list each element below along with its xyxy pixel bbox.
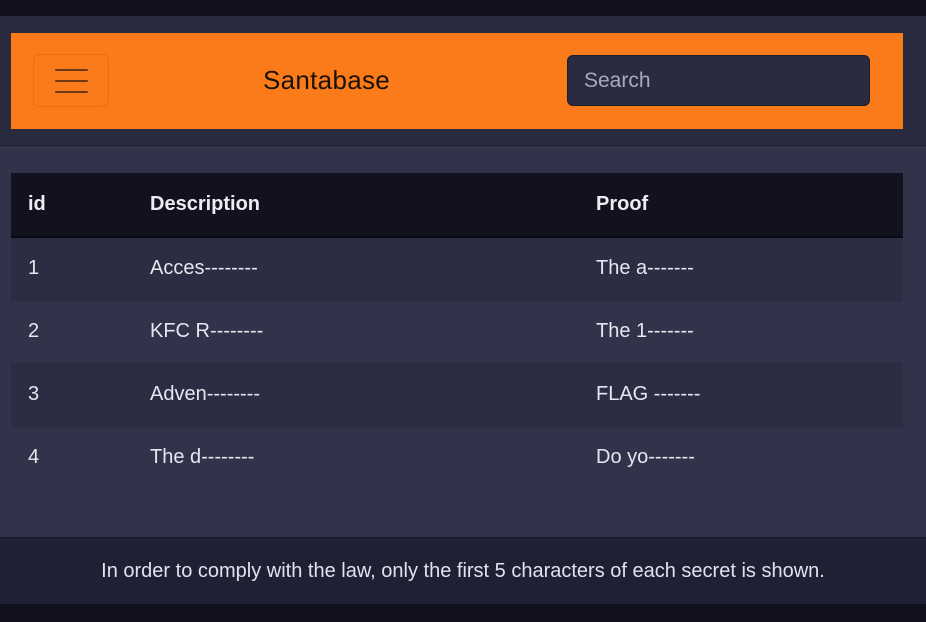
- cell-proof: The a-------: [579, 237, 903, 301]
- main-content: id Description Proof 1 Acces-------- The…: [0, 146, 926, 537]
- page: Santabase id Description Proof 1 Acces--…: [0, 0, 926, 622]
- cell-description: Acces--------: [133, 237, 579, 301]
- footer: In order to comply with the law, only th…: [0, 537, 926, 604]
- hamburger-menu-button[interactable]: [33, 54, 109, 107]
- search-input[interactable]: [567, 55, 870, 106]
- cell-id: 1: [11, 237, 133, 301]
- table-row: 2 KFC R-------- The 1-------: [11, 300, 903, 364]
- secrets-table: id Description Proof 1 Acces-------- The…: [11, 173, 903, 489]
- column-header-description: Description: [133, 173, 579, 238]
- column-header-proof: Proof: [579, 173, 903, 238]
- cell-id: 2: [11, 300, 133, 364]
- brand-title[interactable]: Santabase: [263, 65, 390, 96]
- table-row: 3 Adven-------- FLAG -------: [11, 363, 903, 427]
- table-row: 1 Acces-------- The a-------: [11, 237, 903, 301]
- header: Santabase: [0, 16, 926, 146]
- bottom-strip: [0, 604, 926, 622]
- navbar: Santabase: [11, 33, 903, 129]
- table-row: 4 The d-------- Do yo-------: [11, 426, 903, 489]
- cell-id: 3: [11, 363, 133, 427]
- footer-notice: In order to comply with the law, only th…: [101, 559, 825, 582]
- cell-proof: FLAG -------: [579, 363, 903, 427]
- cell-description: Adven--------: [133, 363, 579, 427]
- cell-description: The d--------: [133, 426, 579, 489]
- hamburger-menu-icon: [54, 68, 88, 71]
- cell-proof: The 1-------: [579, 300, 903, 364]
- column-header-id: id: [11, 173, 133, 238]
- cell-description: KFC R--------: [133, 300, 579, 364]
- cell-proof: Do yo-------: [579, 426, 903, 489]
- cell-id: 4: [11, 426, 133, 489]
- table-header-row: id Description Proof: [11, 173, 903, 238]
